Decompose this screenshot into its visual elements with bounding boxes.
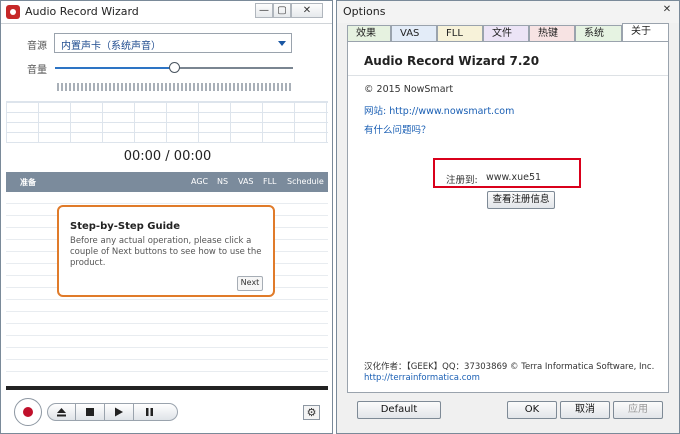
default-button[interactable]: Default (357, 401, 441, 419)
tab-system[interactable]: 系统 (575, 25, 622, 42)
copyright-text: © 2015 NowSmart (364, 84, 454, 95)
tab-fll[interactable]: FLL (437, 25, 483, 42)
audio-record-wizard-window: Audio Record Wizard — ▢ ✕ 音源 内置声卡（系统声音） … (0, 0, 333, 434)
options-close-button[interactable]: ✕ (659, 3, 675, 18)
playback-progress-bar[interactable] (6, 386, 328, 390)
translator-link[interactable]: http://terrainformatica.com (364, 373, 480, 383)
pause-icon (146, 408, 153, 416)
options-titlebar: Options ✕ (337, 1, 679, 23)
product-name: Audio Record Wizard 7.20 (364, 54, 540, 68)
table-header: 准备 AGC NS VAS FLL Schedule (6, 172, 328, 192)
stop-button[interactable] (76, 403, 105, 421)
column-header-vas[interactable]: VAS (238, 177, 254, 186)
guide-title: Step-by-Step Guide (70, 221, 180, 232)
question-link[interactable]: 有什么问题吗？ (364, 122, 431, 136)
website-link[interactable]: http://www.nowsmart.com (389, 106, 514, 117)
settings-button[interactable]: ⚙ (303, 405, 320, 420)
stop-icon (86, 408, 94, 416)
eject-icon (57, 408, 66, 417)
play-icon (115, 407, 123, 417)
tab-about[interactable]: 关于 (622, 23, 669, 42)
cancel-button[interactable]: 取消 (560, 401, 610, 419)
time-display: 00:00 / 00:00 (123, 149, 212, 164)
column-header-agc[interactable]: AGC (191, 177, 208, 186)
waveform-grid (6, 101, 328, 143)
chevron-down-icon (278, 41, 286, 46)
level-meter (57, 83, 293, 91)
registered-value: www.xue51 (486, 172, 542, 183)
source-label: 音源 (27, 41, 47, 52)
website-row: 网站: http://www.nowsmart.com (364, 103, 514, 117)
view-registration-button[interactable]: 查看注册信息 (487, 191, 555, 209)
main-titlebar: Audio Record Wizard — ▢ ✕ (1, 1, 332, 24)
record-button[interactable] (14, 398, 42, 426)
options-tabs: 效果 VAS FLL 文件 热键 系统 关于 (347, 23, 669, 42)
tab-hotkeys[interactable]: 热键 (529, 25, 575, 42)
minimize-button[interactable]: — (255, 3, 273, 18)
translator-credit: 汉化作者：【GEEK】QQ：37303869 © Terra Informati… (364, 362, 655, 372)
registered-label: 注册到: (446, 175, 478, 186)
guide-body: Before any actual operation, please clic… (70, 236, 262, 268)
volume-label: 音量 (27, 65, 47, 76)
options-window: Options ✕ 效果 VAS FLL 文件 热键 系统 关于 Audio R… (336, 0, 680, 434)
volume-slider-thumb[interactable] (168, 62, 180, 73)
header-divider (348, 75, 668, 76)
column-header-ns[interactable]: NS (217, 177, 228, 186)
options-window-title: Options (343, 5, 386, 18)
step-guide-popup: Step-by-Step Guide Before any actual ope… (57, 205, 275, 297)
ok-button[interactable]: OK (507, 401, 557, 419)
volume-slider-fill (55, 67, 174, 69)
app-icon (6, 5, 20, 19)
about-panel: Audio Record Wizard 7.20 © 2015 NowSmart… (347, 41, 669, 393)
tab-effects[interactable]: 效果 (347, 25, 391, 42)
source-select[interactable]: 内置声卡（系统声音） (54, 33, 292, 53)
tab-vas[interactable]: VAS (391, 25, 437, 42)
website-label: 网站: (364, 106, 387, 117)
column-header-fll[interactable]: FLL (263, 177, 277, 186)
column-header-prepare[interactable]: 准备 (20, 177, 36, 188)
gear-icon: ⚙ (306, 406, 317, 419)
guide-next-button[interactable]: Next (237, 276, 263, 291)
tab-file[interactable]: 文件 (483, 25, 529, 42)
eject-button[interactable] (47, 403, 76, 421)
pause-button[interactable] (134, 403, 178, 421)
close-button[interactable]: ✕ (291, 3, 323, 18)
column-header-schedule[interactable]: Schedule (287, 177, 324, 186)
source-select-value: 内置声卡（系统声音） (61, 41, 161, 52)
apply-button[interactable]: 应用 (613, 401, 663, 419)
play-button[interactable] (105, 403, 134, 421)
main-window-title: Audio Record Wizard (25, 5, 139, 18)
restore-button[interactable]: ▢ (273, 3, 291, 18)
